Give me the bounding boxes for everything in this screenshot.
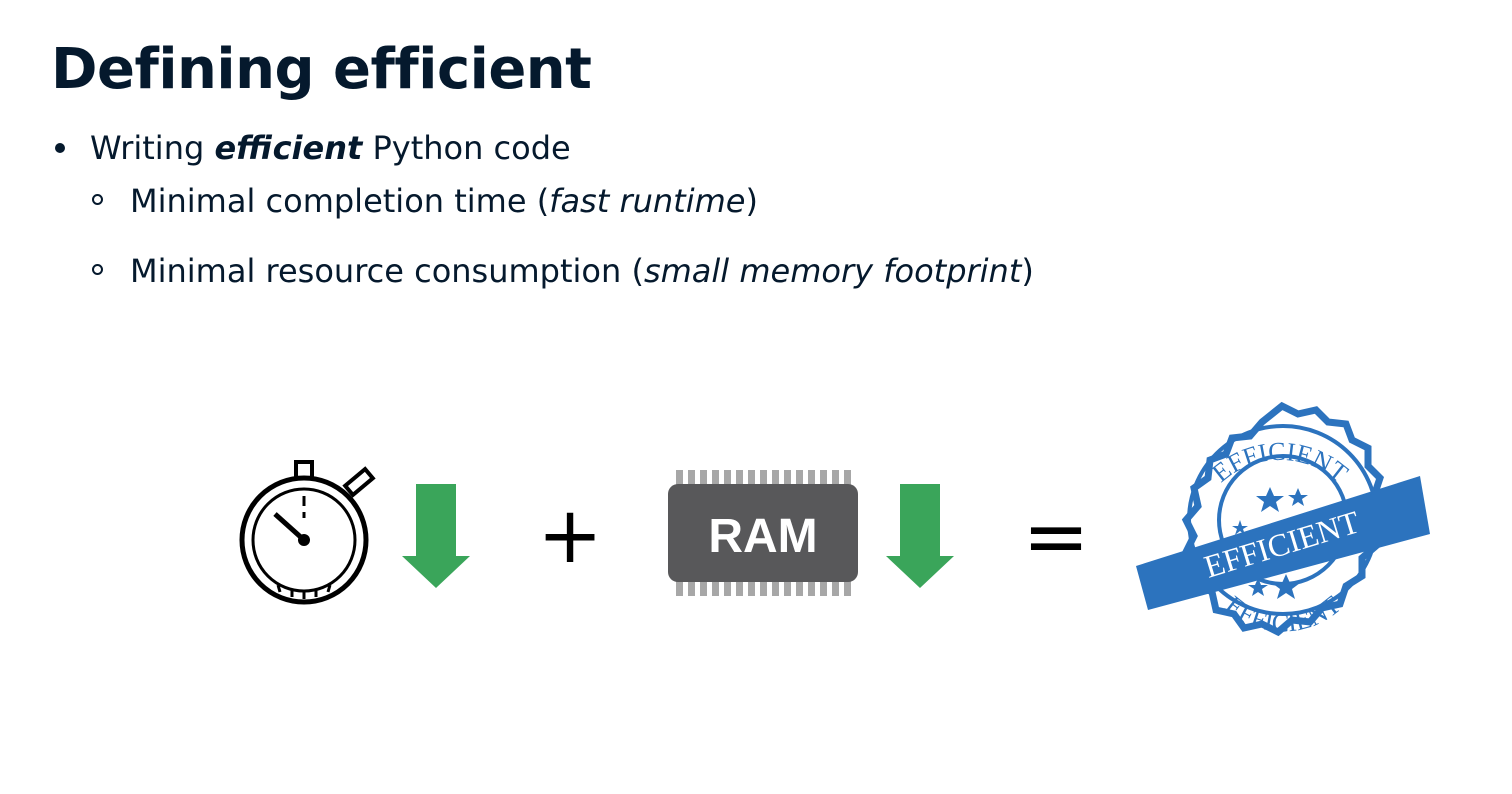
ram-chip-icon: RAM [668, 470, 858, 596]
stamp-bottom-text: EFFICIENT [1220, 590, 1346, 638]
down-arrow-icon [402, 484, 470, 588]
efficient-stamp-icon: EFFICIENT EFFICIENT EFFICIENT [1136, 401, 1430, 638]
plus-sign: + [537, 491, 602, 581]
efficiency-equation: + RAM = EFFICIENT EFFICIENT EFFICIENT [239, 401, 1430, 638]
svg-text:EFFICIENT: EFFICIENT [1220, 590, 1346, 638]
stopwatch-icon [239, 460, 376, 605]
down-arrow-icon [886, 484, 954, 588]
ram-label: RAM [708, 510, 817, 563]
equals-sign: = [1022, 490, 1089, 583]
